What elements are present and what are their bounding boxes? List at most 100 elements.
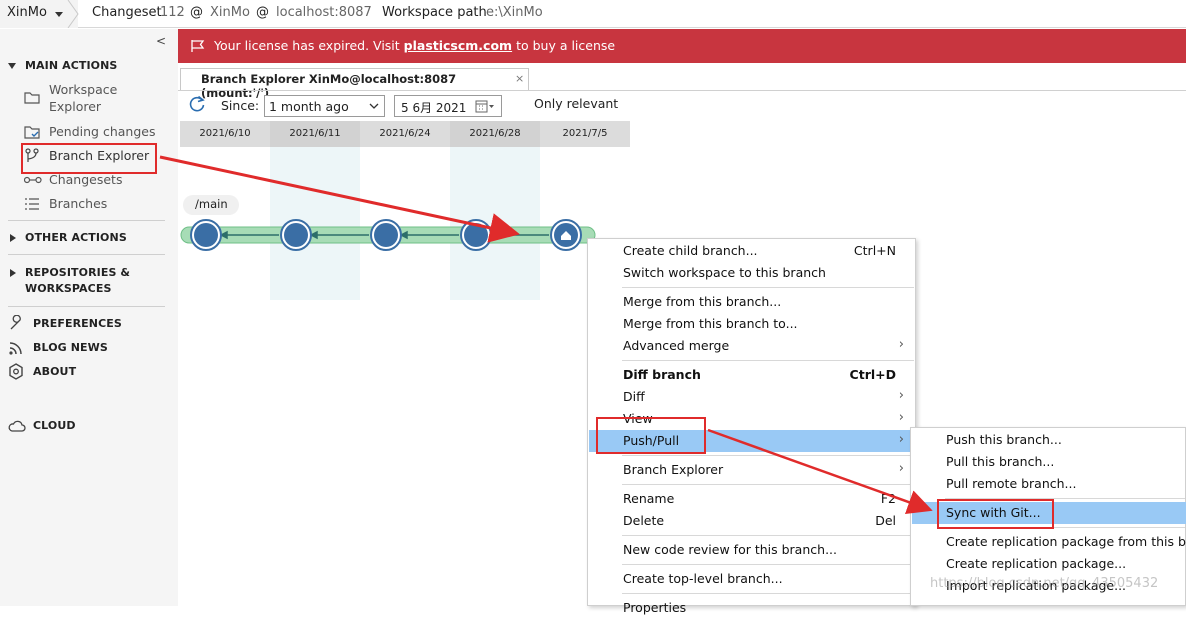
- since-dropdown[interactable]: 1 month ago: [264, 95, 385, 117]
- menu-separator: [622, 360, 914, 361]
- tab-strip: Branch Explorer XinMo@localhost:8087 (mo…: [178, 63, 1186, 100]
- menu-item-properties[interactable]: Properties: [589, 597, 914, 619]
- flag-icon: [191, 40, 205, 52]
- since-value: 1 month ago: [269, 99, 349, 114]
- date-label: 2021/6/24: [379, 128, 431, 139]
- pending-changes-icon: [24, 126, 40, 139]
- date-label: 2021/6/28: [450, 121, 540, 147]
- sidebar-item-workspace-explorer[interactable]: Workspace: [49, 82, 117, 97]
- section-repositories-line2[interactable]: WORKSPACES: [25, 282, 111, 295]
- only-relevant-toggle[interactable]: Only relevant: [534, 96, 618, 111]
- sidebar-item-workspace-explorer-line2[interactable]: Explorer: [49, 99, 101, 114]
- sidebar-about[interactable]: ABOUT: [33, 365, 76, 378]
- branch-label[interactable]: /main: [195, 197, 228, 211]
- chevron-down-icon: [369, 103, 379, 109]
- sidebar-item-branches[interactable]: Branches: [49, 196, 107, 211]
- license-prefix: Your license has expired. Visit: [214, 38, 404, 53]
- date-header: 2021/6/10 2021/6/11 2021/6/24 2021/6/28 …: [180, 121, 630, 147]
- changeset-node[interactable]: [460, 219, 492, 251]
- menu-separator: [622, 484, 914, 485]
- rss-icon: [9, 342, 22, 355]
- chevron-right-icon: ›: [898, 410, 904, 425]
- menu-item-create-top-level-branch[interactable]: Create top-level branch...: [589, 568, 914, 590]
- server-name[interactable]: localhost:8087: [276, 5, 372, 20]
- changeset-node[interactable]: [190, 219, 222, 251]
- menu-item-create-replication-package[interactable]: Create replication package...: [912, 553, 1186, 575]
- date-picker[interactable]: 5 6月 2021: [394, 95, 502, 117]
- changeset-node[interactable]: [280, 219, 312, 251]
- branches-list-icon: [25, 198, 39, 210]
- refresh-icon[interactable]: [188, 95, 206, 113]
- sidebar: < MAIN ACTIONS Workspace Explorer Pendin…: [0, 29, 178, 606]
- expand-arrow-icon[interactable]: [10, 234, 16, 242]
- top-bar: XinMo Changeset 112 @ XinMo @ localhost:…: [0, 0, 1186, 28]
- close-icon[interactable]: ×: [515, 72, 524, 85]
- sidebar-item-pending-changes[interactable]: Pending changes: [49, 124, 155, 139]
- at-sign: @: [190, 5, 203, 20]
- license-banner: Your license has expired. Visit plastics…: [178, 29, 1186, 63]
- date-value: 5 6月 2021: [401, 101, 467, 115]
- menu-item-delete[interactable]: Delete Del: [589, 510, 914, 532]
- workspace-name: XinMo: [7, 5, 47, 20]
- folder-icon: [24, 92, 40, 104]
- section-other-actions[interactable]: OTHER ACTIONS: [25, 231, 127, 244]
- menu-separator: [622, 535, 914, 536]
- changesets-icon: [24, 176, 42, 184]
- annotation-box: [596, 417, 706, 454]
- changeset-label: Changeset: [92, 5, 162, 20]
- plastic-logo-icon: [9, 363, 23, 380]
- menu-separator: [622, 593, 914, 594]
- menu-item-diff[interactable]: Diff ›: [589, 386, 914, 408]
- date-label: 2021/6/10: [199, 128, 251, 139]
- tab-divider: [178, 90, 1186, 91]
- at-sign: @: [256, 5, 269, 20]
- section-main-actions[interactable]: MAIN ACTIONS: [25, 59, 117, 72]
- menu-item-branch-explorer[interactable]: Branch Explorer ›: [589, 459, 914, 481]
- menu-item-diff-branch[interactable]: Diff branch Ctrl+D: [589, 364, 914, 386]
- menu-separator: [622, 287, 914, 288]
- sidebar-preferences[interactable]: PREFERENCES: [33, 317, 122, 330]
- collapse-sidebar-button[interactable]: <: [156, 34, 166, 48]
- home-changeset-node[interactable]: [550, 219, 582, 251]
- menu-item-create-replication-from-branch[interactable]: Create replication package from this bra…: [912, 531, 1186, 553]
- menu-item-rename[interactable]: Rename F2: [589, 488, 914, 510]
- menu-item-switch-workspace[interactable]: Switch workspace to this branch: [589, 262, 914, 284]
- sidebar-blog-news[interactable]: BLOG NEWS: [33, 341, 108, 354]
- calendar-icon[interactable]: [475, 100, 495, 113]
- annotation-box: [937, 499, 1054, 529]
- license-link[interactable]: plasticscm.com: [404, 38, 512, 53]
- repository-name[interactable]: XinMo: [210, 5, 250, 20]
- menu-item-advanced-merge[interactable]: Advanced merge ›: [589, 335, 914, 357]
- license-suffix: to buy a license: [512, 38, 616, 53]
- chevron-down-icon: [55, 12, 63, 17]
- divider: [8, 220, 165, 221]
- cloud-icon: [8, 420, 26, 432]
- since-label: Since:: [221, 98, 260, 113]
- date-label: 2021/6/11: [270, 121, 360, 147]
- chevron-right-icon: ›: [898, 461, 904, 476]
- expand-arrow-icon[interactable]: [10, 269, 16, 277]
- sidebar-item-changesets[interactable]: Changesets: [49, 172, 122, 187]
- menu-item-new-code-review[interactable]: New code review for this branch...: [589, 539, 914, 561]
- changeset-number[interactable]: 112: [160, 5, 185, 20]
- menu-separator: [622, 564, 914, 565]
- divider: [8, 254, 165, 255]
- menu-item-merge-from-branch-to[interactable]: Merge from this branch to...: [589, 313, 914, 335]
- tab-branch-explorer[interactable]: Branch Explorer XinMo@localhost:8087 (mo…: [180, 68, 529, 100]
- sidebar-cloud[interactable]: CLOUD: [33, 419, 76, 432]
- menu-item-pull-remote-branch[interactable]: Pull remote branch...: [912, 473, 1186, 495]
- watermark: https://blog.csdn.net/qq_43505432: [930, 576, 1159, 591]
- changeset-node[interactable]: [370, 219, 402, 251]
- annotation-box: [21, 143, 157, 174]
- workspace-path: e:\XinMo: [486, 5, 543, 20]
- section-repositories[interactable]: REPOSITORIES &: [25, 266, 130, 279]
- chevron-right-icon: ›: [898, 388, 904, 403]
- menu-item-push-this-branch[interactable]: Push this branch...: [912, 429, 1186, 451]
- expand-arrow-icon[interactable]: [8, 63, 16, 69]
- chevron-right-icon: ›: [898, 432, 904, 447]
- menu-item-merge-from-branch[interactable]: Merge from this branch...: [589, 291, 914, 313]
- menu-item-create-child-branch[interactable]: Create child branch... Ctrl+N: [589, 240, 914, 262]
- breadcrumb-separator-icon: [67, 0, 79, 28]
- menu-item-pull-this-branch[interactable]: Pull this branch...: [912, 451, 1186, 473]
- license-message: Your license has expired. Visit plastics…: [214, 38, 615, 53]
